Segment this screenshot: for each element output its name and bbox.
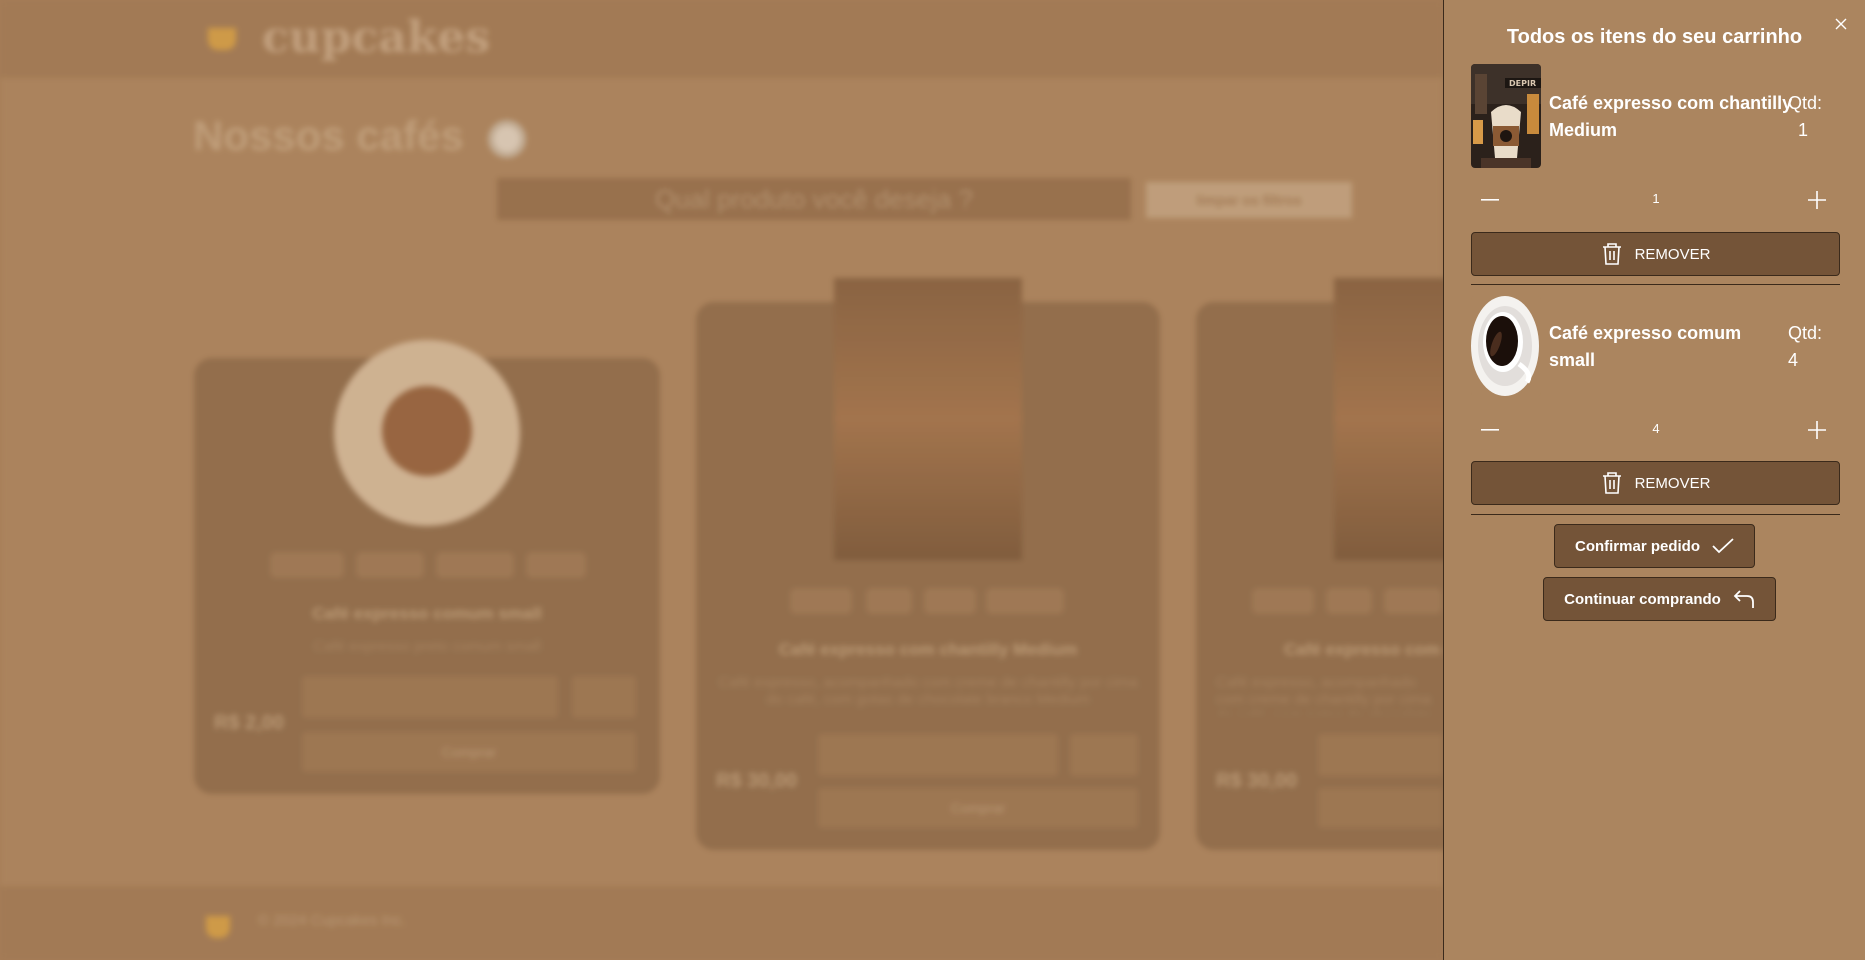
plus-icon[interactable] — [1802, 415, 1832, 445]
quantity-stepper: 1 — [1471, 185, 1840, 215]
minus-icon[interactable] — [1475, 185, 1505, 215]
plus-icon[interactable] — [1802, 185, 1832, 215]
cart-drawer: Todos os itens do seu carrinho DEPIR Caf… — [1443, 0, 1865, 960]
product-thumbnail — [1471, 296, 1541, 396]
qtd-label: Qtd: — [1788, 323, 1823, 343]
svg-text:DEPIR: DEPIR — [1509, 79, 1536, 88]
quantity-value: 4 — [1652, 421, 1660, 436]
return-arrow-icon — [1733, 590, 1754, 608]
continue-shopping-button[interactable]: Continuar comprando — [1543, 577, 1776, 621]
cart-item-name: Café expresso comum small — [1549, 323, 1742, 370]
trash-icon — [1602, 472, 1621, 494]
quantity-stepper: 4 — [1471, 415, 1840, 445]
remove-button[interactable]: REMOVER — [1471, 232, 1840, 276]
divider — [1471, 284, 1840, 285]
cart-item: Café expresso comum small Qtd: 4 4 REMOV… — [1471, 296, 1840, 516]
qtd-value: 1 — [1798, 120, 1809, 140]
confirm-order-button[interactable]: Confirmar pedido — [1554, 524, 1755, 568]
cart-item-quantity: Qtd: 4 — [1788, 320, 1840, 374]
qtd-label: Qtd: — [1788, 93, 1823, 113]
divider — [1471, 514, 1840, 515]
checkmark-icon — [1712, 538, 1734, 554]
modal-backdrop[interactable] — [0, 0, 1443, 960]
cart-title: Todos os itens do seu carrinho — [1506, 26, 1803, 48]
continue-shopping-label: Continuar comprando — [1564, 590, 1721, 608]
qtd-value: 4 — [1788, 350, 1799, 370]
cart-item-name: Café expresso com chantilly Medium — [1549, 93, 1793, 140]
remove-button[interactable]: REMOVER — [1471, 461, 1840, 505]
remove-label: REMOVER — [1634, 245, 1711, 263]
confirm-order-label: Confirmar pedido — [1574, 537, 1700, 555]
remove-label: REMOVER — [1634, 474, 1711, 492]
trash-icon — [1602, 243, 1621, 265]
cart-item: DEPIR Café expresso com chantilly Medium… — [1471, 64, 1840, 285]
product-thumbnail: DEPIR — [1471, 64, 1541, 168]
cart-item-quantity: Qtd: 1 — [1788, 90, 1840, 144]
minus-icon[interactable] — [1475, 415, 1505, 445]
quantity-value: 1 — [1652, 191, 1660, 206]
